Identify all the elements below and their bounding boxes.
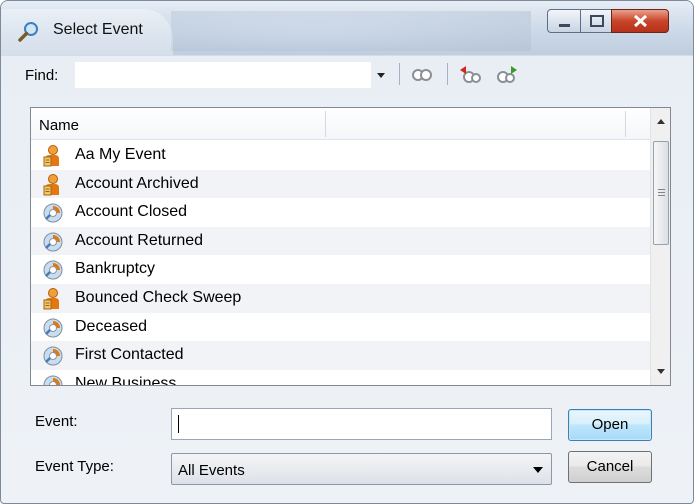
find-input[interactable] (75, 62, 371, 88)
user-event-icon (41, 173, 65, 197)
grip-line (658, 195, 665, 196)
list-item-label: Account Returned (75, 231, 204, 249)
event-type-select[interactable]: All Events (171, 453, 552, 485)
scroll-down-arrow-icon[interactable] (651, 361, 671, 381)
close-button[interactable] (611, 9, 669, 33)
list-item-label: Deceased (75, 317, 148, 335)
text-caret (178, 415, 179, 433)
event-list[interactable]: Name Aa My Event Account Archived Account … (30, 107, 671, 386)
toolbar-separator (447, 63, 448, 85)
list-item-label: Account Closed (75, 203, 188, 221)
minimize-button[interactable] (547, 9, 581, 33)
system-event-icon (41, 316, 65, 340)
list-item-label: First Contacted (75, 346, 184, 364)
list-item[interactable]: Account Archived (31, 169, 650, 199)
list-item[interactable]: First Contacted (31, 341, 650, 370)
maximize-icon (590, 15, 604, 27)
user-event-icon (41, 287, 65, 311)
list-rows: Aa My Event Account Archived Account Close… (31, 141, 650, 386)
find-label: Find: (25, 67, 59, 84)
system-event-icon (41, 201, 65, 225)
minimize-icon (559, 24, 570, 27)
event-input[interactable] (171, 408, 552, 440)
scroll-thumb[interactable] (653, 141, 669, 245)
chevron-down-icon (533, 467, 543, 473)
column-divider (625, 111, 626, 137)
list-item-label: Aa My Event (75, 146, 166, 163)
window-title: Select Event (53, 21, 143, 38)
system-event-icon (41, 373, 65, 385)
list-item-label: Bounced Check Sweep (75, 288, 242, 306)
open-button[interactable]: Open (568, 409, 652, 441)
column-divider[interactable] (325, 111, 326, 137)
maximize-button[interactable] (580, 9, 612, 33)
user-event-icon (41, 144, 65, 168)
list-item-label: Bankruptcy (75, 260, 156, 278)
toolbar-separator (399, 63, 400, 85)
close-icon (633, 14, 648, 28)
event-type-value: All Events (178, 462, 245, 479)
select-event-dialog: Select Event Find: Name Aa My Event Acco… (0, 0, 694, 504)
cancel-button[interactable]: Cancel (568, 451, 652, 483)
event-type-label: Event Type: (35, 458, 114, 475)
find-forward-icon[interactable] (494, 63, 520, 87)
system-event-icon (41, 230, 65, 254)
list-item-label: New Business (75, 374, 177, 386)
system-event-icon (41, 344, 65, 368)
list-item[interactable]: Bounced Check Sweep (31, 283, 650, 313)
event-label: Event: (35, 413, 78, 430)
list-item-label: Account Archived (75, 174, 199, 192)
title-bar[interactable]: Select Event (1, 1, 693, 55)
vertical-scrollbar[interactable] (650, 108, 671, 385)
list-item[interactable]: Aa My Event (31, 141, 650, 170)
list-item[interactable]: New Business (31, 370, 650, 386)
system-event-icon (41, 258, 65, 282)
magnifier-icon (18, 22, 38, 42)
title-glass (171, 11, 531, 51)
grip-line (658, 192, 665, 193)
column-header[interactable]: Name (31, 108, 650, 140)
find-previous-icon[interactable] (457, 63, 483, 87)
find-dropdown-arrow-icon[interactable] (373, 63, 389, 87)
list-item[interactable]: Bankruptcy (31, 255, 650, 284)
list-item[interactable]: Account Closed (31, 198, 650, 227)
list-item[interactable]: Account Returned (31, 226, 650, 256)
find-next-icon[interactable] (409, 63, 435, 87)
grip-line (658, 189, 665, 190)
column-header-name[interactable]: Name (39, 117, 79, 134)
list-item[interactable]: Deceased (31, 313, 650, 342)
scroll-up-arrow-icon[interactable] (651, 112, 671, 132)
